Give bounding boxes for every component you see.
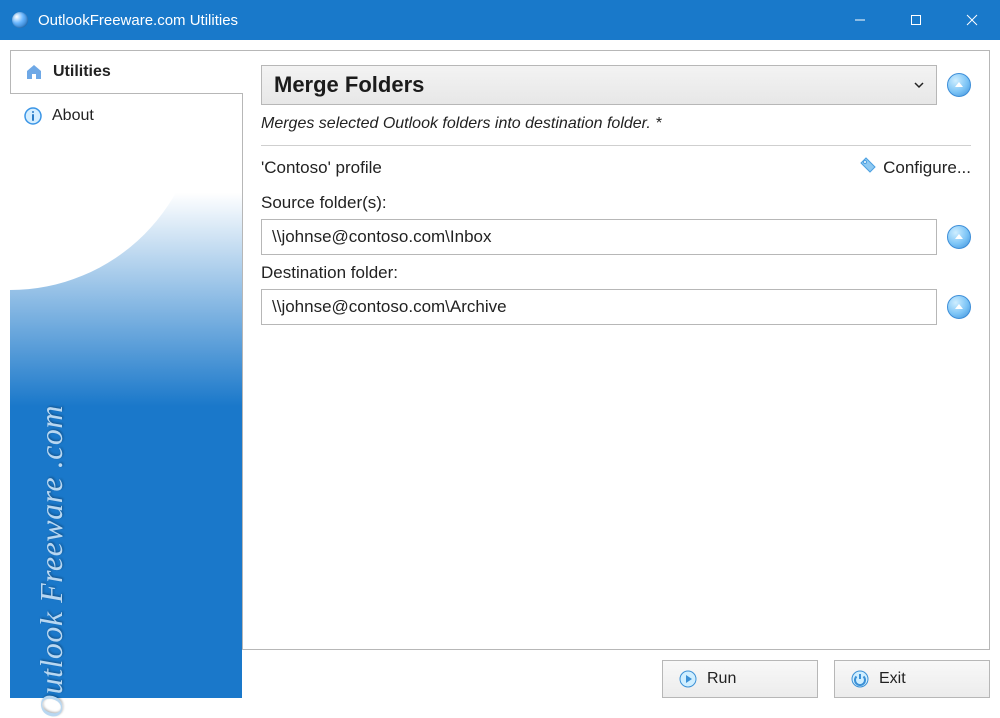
home-icon bbox=[25, 63, 43, 81]
panel-title: Merge Folders bbox=[274, 72, 424, 98]
collapse-button[interactable] bbox=[947, 73, 971, 97]
sidebar-tab-about[interactable]: About bbox=[10, 94, 242, 138]
main-area: Merge Folders Merges selected Outlook fo… bbox=[242, 50, 990, 698]
power-icon bbox=[851, 670, 869, 688]
run-label: Run bbox=[707, 670, 736, 688]
window-title: OutlookFreeware.com Utilities bbox=[38, 12, 238, 29]
panel-header[interactable]: Merge Folders bbox=[261, 65, 937, 105]
sidebar-curve bbox=[10, 180, 242, 300]
configure-label: Configure... bbox=[883, 158, 971, 178]
action-buttons: Run Exit bbox=[242, 650, 990, 698]
source-browse-button[interactable] bbox=[947, 225, 971, 249]
tab-label: Utilities bbox=[53, 63, 111, 81]
tag-icon bbox=[859, 156, 877, 179]
run-button[interactable]: Run bbox=[662, 660, 818, 698]
exit-button[interactable]: Exit bbox=[834, 660, 990, 698]
title-bar: OutlookFreeware.com Utilities bbox=[0, 0, 1000, 40]
info-icon bbox=[24, 107, 42, 125]
sidebar: Utilities About Outlook Freeware .com bbox=[10, 50, 242, 698]
source-label: Source folder(s): bbox=[261, 193, 971, 213]
app-icon bbox=[12, 12, 28, 28]
exit-label: Exit bbox=[879, 670, 906, 688]
chevron-down-icon bbox=[912, 78, 926, 92]
source-input[interactable] bbox=[261, 219, 937, 255]
panel-description: Merges selected Outlook folders into des… bbox=[261, 115, 971, 133]
tab-label: About bbox=[52, 107, 94, 125]
minimize-button[interactable] bbox=[832, 0, 888, 40]
client-area: Utilities About Outlook Freeware .com Me… bbox=[0, 40, 1000, 708]
destination-label: Destination folder: bbox=[261, 263, 971, 283]
configure-link[interactable]: Configure... bbox=[859, 156, 971, 179]
divider bbox=[261, 145, 971, 146]
brand-watermark: Outlook Freeware .com bbox=[33, 405, 70, 718]
profile-label: 'Contoso' profile bbox=[261, 156, 382, 178]
utility-panel: Merge Folders Merges selected Outlook fo… bbox=[242, 50, 990, 650]
close-button[interactable] bbox=[944, 0, 1000, 40]
maximize-button[interactable] bbox=[888, 0, 944, 40]
play-icon bbox=[679, 670, 697, 688]
destination-browse-button[interactable] bbox=[947, 295, 971, 319]
sidebar-tab-utilities[interactable]: Utilities bbox=[10, 50, 242, 94]
destination-input[interactable] bbox=[261, 289, 937, 325]
